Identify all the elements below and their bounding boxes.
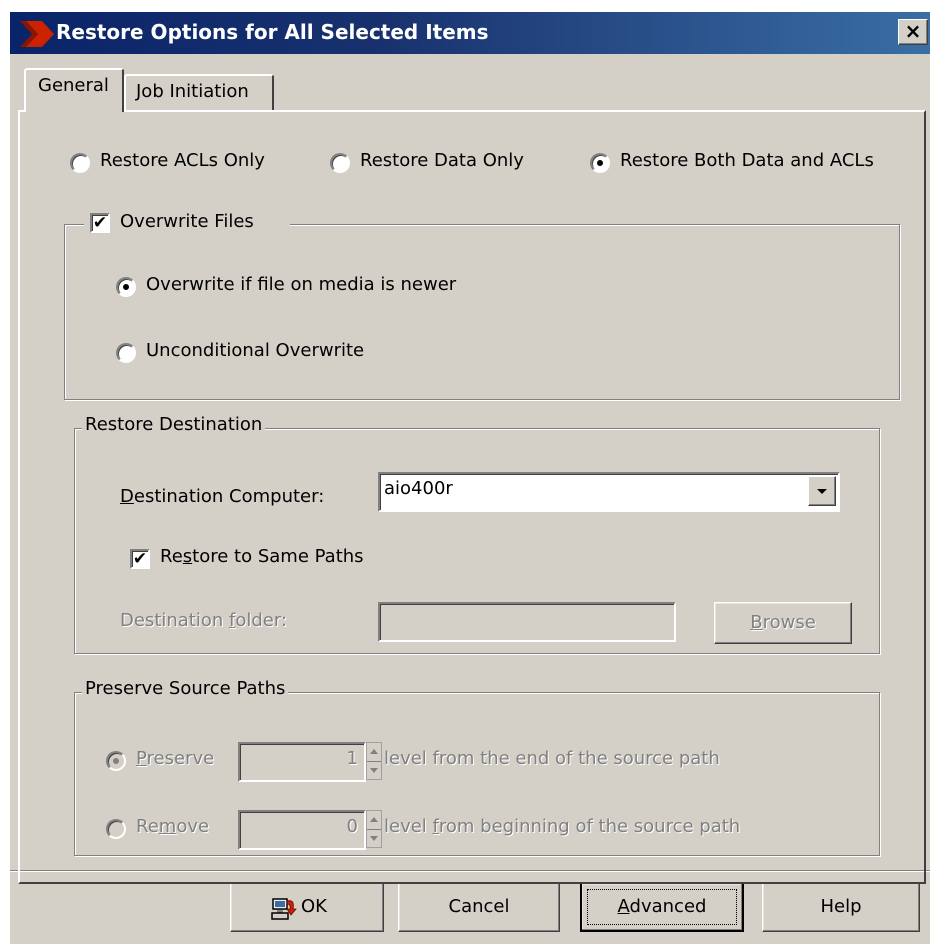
- restore-same-paths-checkbox[interactable]: ✔ Restore to Same Paths: [130, 546, 410, 574]
- computer-restore-icon: [271, 898, 297, 920]
- remove-level-spinner[interactable]: [366, 810, 382, 848]
- restore-data-only-label: Restore Data Only: [360, 150, 524, 171]
- tab-general[interactable]: General: [24, 68, 124, 112]
- check-mark-icon: ✔: [92, 213, 108, 233]
- remove-level-suffix: level from beginning of the source path: [384, 816, 741, 837]
- restore-destination-title: Restore Destination: [82, 414, 266, 435]
- destination-folder-input[interactable]: [378, 602, 676, 642]
- radio-circle: [590, 153, 610, 173]
- preserve-level-value: 1: [346, 748, 358, 769]
- overwrite-files-checkbox[interactable]: ✔ Overwrite Files: [84, 208, 290, 238]
- destination-computer-label: Destination Computer:: [120, 486, 325, 507]
- help-label: Help: [820, 896, 862, 917]
- advanced-button[interactable]: Advanced: [580, 882, 744, 932]
- radio-circle: [106, 751, 126, 771]
- preserve-level-spinner[interactable]: [366, 742, 382, 780]
- preserve-label: Preserve: [136, 748, 215, 769]
- destination-folder-label: Destination folder:: [120, 610, 288, 631]
- overwrite-files-group: [64, 224, 900, 400]
- unconditional-overwrite-label: Unconditional Overwrite: [146, 340, 365, 361]
- destination-computer-value: aio400r: [384, 478, 453, 499]
- overwrite-newer-label: Overwrite if file on media is newer: [146, 274, 457, 295]
- ok-label: OK: [301, 896, 327, 917]
- check-mark-icon: ✔: [132, 549, 148, 569]
- close-button[interactable]: ×: [898, 19, 928, 45]
- title-bar: Restore Options for All Selected Items ×: [10, 12, 930, 54]
- cancel-label: Cancel: [448, 896, 510, 917]
- general-tab-panel: Restore ACLs Only Restore Data Only Rest…: [18, 110, 926, 884]
- preserve-level-suffix: level from the end of the source path: [384, 748, 720, 769]
- focus-rectangle: [587, 889, 737, 925]
- preserve-source-paths-title: Preserve Source Paths: [82, 678, 289, 699]
- preserve-level-input[interactable]: 1: [238, 742, 366, 782]
- radio-circle: [70, 153, 90, 173]
- restore-both-label: Restore Both Data and ACLs: [620, 150, 874, 171]
- destination-computer-combobox[interactable]: aio400r: [378, 472, 840, 512]
- chevron-down-icon[interactable]: [808, 476, 836, 506]
- cancel-button[interactable]: Cancel: [398, 882, 560, 932]
- dialog-title: Restore Options for All Selected Items: [56, 20, 489, 44]
- restore-same-paths-label: Restore to Same Paths: [160, 546, 364, 567]
- remove-level-input[interactable]: 0: [238, 810, 366, 850]
- help-button[interactable]: Help: [762, 882, 920, 932]
- remove-level-value: 0: [346, 816, 358, 837]
- radio-circle: [116, 343, 136, 363]
- radio-circle: [330, 153, 350, 173]
- checkbox-box: ✔: [90, 213, 110, 233]
- radio-circle: [106, 819, 126, 839]
- browse-button[interactable]: Browse: [714, 602, 852, 644]
- overwrite-files-label: Overwrite Files: [120, 211, 254, 232]
- close-icon: ×: [904, 19, 922, 43]
- radio-circle: [116, 277, 136, 297]
- ok-button[interactable]: OK: [230, 882, 384, 932]
- remove-label: Remove: [136, 816, 210, 837]
- tab-general-label: General: [38, 75, 109, 96]
- restore-acls-only-label: Restore ACLs Only: [100, 150, 265, 171]
- restore-options-dialog: Restore Options for All Selected Items ×…: [10, 12, 930, 944]
- checkbox-box: ✔: [130, 549, 150, 569]
- tab-job-initiation[interactable]: Job Initiation: [124, 74, 274, 110]
- tab-job-initiation-label: Job Initiation: [136, 81, 249, 102]
- commvault-logo-icon: [20, 21, 54, 47]
